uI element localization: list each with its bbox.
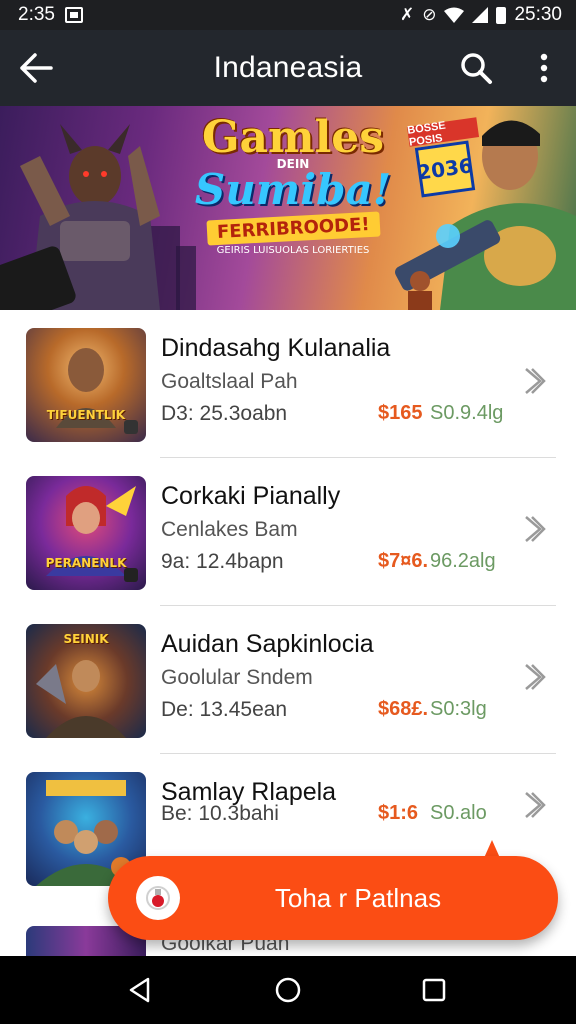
item-title: Corkaki Pianally [161,482,341,510]
search-button[interactable] [456,48,496,88]
game-thumbnail: SEINIK [26,624,146,738]
primary-action-button[interactable]: Toha r Patlnas [108,856,558,940]
status-time: 2:35 [18,4,55,25]
more-vert-icon [540,53,548,83]
list-item[interactable]: SEINIK Auidan Sapkinlocia Goolular Sndem… [0,606,576,754]
item-subtitle: Goaltslaal Pah [161,370,298,393]
item-price: $7¤6. [378,550,429,572]
banner-title-block: Gamles DEIN Sumiba! FERRIBROODE! GEIRIS … [188,112,398,257]
chevron-right-icon [525,368,546,394]
game-thumbnail: TIFUENTLIK [26,328,146,442]
warrior-artwork [56,348,138,434]
gmail-notification-icon [64,7,83,23]
status-clock-right: 25:30 [514,4,562,25]
list-item[interactable]: PERANENLK Corkaki Pianally Cenlakes Bam … [0,458,576,606]
chevron-right-icon [525,664,546,690]
status-bar: 2:35 ✗ ⊘ 25:30 [0,0,576,30]
thumbnail-caption: PERANENLK [45,556,127,570]
thumbnail-caption: TIFUENTLIK [46,408,126,422]
nfc-icon: ✗ [399,5,415,24]
item-price-alt: 96.2alg [430,550,496,572]
chevron-right-icon [525,792,546,818]
more-options-button[interactable] [524,48,564,88]
item-price: $165 [378,402,423,424]
item-price: $1:6 [378,802,419,824]
banner-badge-year: 2036 [414,140,476,198]
battery-icon [496,6,507,24]
search-icon [461,53,492,84]
item-subtitle: Goolular Sndem [161,666,313,689]
banner-title-line1: Gamles [201,112,385,163]
app-bar: Indaneasia [0,30,576,106]
system-navigation-bar [0,956,576,1024]
item-price-alt: S0.alo [430,802,487,824]
item-title: Auidan Sapkinlocia [161,630,374,658]
wifi-icon [444,7,465,23]
list-item[interactable]: TIFUENTLIK Dindasahg Kulanalia Goaltslaa… [0,310,576,458]
game-thumbnail: PERANENLK [26,476,146,590]
recents-nav-icon[interactable] [420,976,448,1004]
back-nav-icon[interactable] [126,976,154,1004]
item-price-alt: S0.9.4lg [430,402,504,424]
primary-action-label: Toha r Patlnas [274,882,442,913]
item-meta: De: 13.45ean [161,698,288,721]
item-meta: 9a: 12.4bapn [161,550,284,573]
item-price: $68£. [378,698,429,720]
item-title: Dindasahg Kulanalia [161,334,391,362]
chevron-right-icon [525,516,546,542]
item-subtitle: Cenlakes Bam [161,518,298,541]
signal-icon [472,7,489,23]
home-nav-icon[interactable] [274,976,302,1004]
thumbnail-caption: SEINIK [63,632,109,646]
alarm-icon: ⊘ [422,5,437,24]
item-meta: Be: 10.3bahi [161,802,279,825]
promo-banner[interactable]: BOSSE POSIS 2036 Gamles DEIN Sumiba! FER… [0,106,576,310]
item-price-alt: S0:3lg [430,698,487,720]
game-list: TIFUENTLIK Dindasahg Kulanalia Goaltslaa… [0,310,576,902]
banner-title-line4: FERRIBROODE! [206,211,380,246]
banner-tagline: GEIRIS LUISUOLAS LORIERTIES [216,245,370,256]
banner-title-line3: Sumiba! [194,165,392,214]
warrior-artwork [46,486,138,582]
item-meta: D3: 25.3oabn [161,402,288,425]
